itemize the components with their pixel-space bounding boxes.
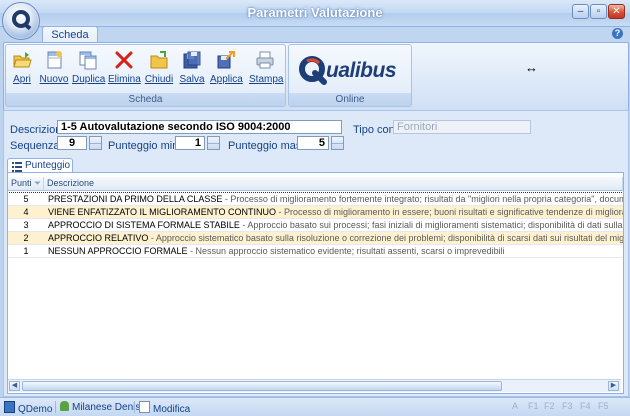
score-detail: - Approccio basato sui processi; fasi in… — [242, 220, 623, 230]
table-row[interactable]: 1 NESSUN APPROCCIO FORMALE - Nessun appro… — [8, 245, 623, 258]
resize-cursor-icon: ↔ — [525, 60, 538, 75]
column-header-descrizione[interactable]: Descrizione — [44, 177, 623, 190]
score-detail: - Processo di miglioramento in essere; b… — [276, 207, 623, 217]
minimize-icon: – — [577, 6, 584, 17]
cell-punti: 2 — [23, 233, 29, 243]
close-button[interactable]: ✕ — [608, 4, 625, 19]
punteggio-massimo-field[interactable]: 5 — [297, 136, 329, 150]
cell-descrizione: PRESTAZIONI DA PRIMO DELLA CLASSE - Proc… — [48, 193, 623, 205]
sequenza-label: Sequenza — [10, 140, 60, 152]
status-key-f4: F4 — [580, 401, 591, 411]
status-mode[interactable]: Modifica — [134, 401, 190, 415]
horizontal-scrollbar[interactable]: ◀ ▶ — [8, 379, 621, 392]
elimina-button[interactable]: Elimina — [108, 48, 141, 92]
scrollbar-thumb[interactable] — [22, 381, 502, 391]
close-icon: ✕ — [612, 6, 621, 17]
cell-descrizione: APPROCCIO DI SISTEMA FORMALE STABILE - A… — [48, 219, 623, 231]
apri-label: Apri — [13, 74, 31, 85]
restore-button[interactable]: ▫ — [590, 4, 607, 19]
score-detail: - Processo di miglioramento fortemente i… — [224, 194, 623, 204]
punteggio-minimo-field[interactable]: 1 — [175, 136, 205, 150]
status-key-a: A — [512, 401, 519, 411]
cell-descrizione: NESSUN APPROCCIO FORMALE - Nessun approc… — [48, 245, 623, 257]
descrizione-field[interactable]: 1-5 Autovalutazione secondo ISO 9004:200… — [57, 120, 342, 134]
cell-punti: 3 — [23, 220, 29, 230]
sequenza-spinner[interactable] — [89, 136, 102, 150]
duplica-button[interactable]: Duplica — [72, 48, 106, 92]
tipo-conto-field[interactable]: Fornitori — [393, 120, 531, 134]
chiudi-button[interactable]: Chiudi — [143, 48, 175, 92]
apri-button[interactable]: Apri — [6, 48, 38, 92]
nuovo-label: Nuovo — [39, 74, 69, 85]
cell-descrizione: VIENE ENFATIZZATO IL MIGLIORAMENTO CONTI… — [48, 206, 623, 218]
table-row[interactable]: 3 APPROCCIO DI SISTEMA FORMALE STABILE - … — [8, 219, 623, 232]
stampa-button[interactable]: Stampa — [249, 48, 284, 92]
status-company[interactable]: QDemo — [4, 401, 52, 415]
status-key-f1: F1 — [528, 401, 539, 411]
cell-punti: 1 — [23, 246, 29, 256]
score-detail: - Nessun approccio sistematico evidente;… — [187, 246, 505, 256]
table-row[interactable]: 5 PRESTAZIONI DA PRIMO DELLA CLASSE - Pro… — [8, 192, 623, 207]
window-title: Parametri Valutazione — [247, 5, 383, 20]
status-user[interactable]: Milanese Denis — [55, 401, 140, 413]
salva-label: Salva — [179, 74, 205, 85]
close-folder-icon — [149, 50, 169, 70]
punteggio-grid[interactable]: Punti ⏷ Descrizione 5 PRESTAZIONI DA PRIM… — [7, 172, 624, 394]
status-key-f2: F2 — [544, 401, 555, 411]
score-title: APPROCCIO RELATIVO — [48, 233, 149, 243]
tab-punteggio-label: Punteggio — [25, 160, 71, 171]
score-title: VIENE ENFATIZZATO IL MIGLIORAMENTO CONTI… — [48, 207, 277, 217]
printer-icon — [255, 50, 275, 70]
grid-header: Punti ⏷ Descrizione — [8, 177, 623, 191]
user-icon — [60, 401, 69, 411]
punteggio-minimo-spinner[interactable] — [207, 136, 220, 150]
table-row[interactable]: 2 APPROCCIO RELATIVO - Approccio sistemat… — [8, 232, 623, 245]
qualibus-q-logo-icon — [299, 56, 327, 85]
apply-icon — [216, 50, 236, 70]
app-logo-icon — [12, 10, 30, 28]
duplica-label: Duplica — [72, 74, 106, 85]
sequenza-field[interactable]: 9 — [57, 136, 87, 150]
score-title: APPROCCIO DI SISTEMA FORMALE STABILE — [48, 220, 240, 230]
folder-open-icon — [12, 50, 32, 70]
column-header-punti[interactable]: Punti ⏷ — [8, 177, 44, 190]
group-label-scheda: Scheda — [6, 93, 285, 106]
group-label-online: Online — [289, 93, 411, 106]
save-icon — [182, 50, 202, 70]
scroll-left-icon[interactable]: ◀ — [9, 381, 20, 391]
status-bar: QDemo Milanese Denis Modifica A F1 F2 F3 F4 F… — [0, 397, 630, 416]
status-key-f5: F5 — [598, 401, 609, 411]
minimize-button[interactable]: – — [572, 4, 589, 19]
score-title: NESSUN APPROCCIO FORMALE — [48, 246, 188, 256]
score-title: PRESTAZIONI DA PRIMO DELLA CLASSE — [48, 194, 223, 204]
salva-button[interactable]: Salva — [176, 48, 208, 92]
cell-descrizione: APPROCCIO RELATIVO - Approccio sistemati… — [48, 232, 623, 244]
elimina-label: Elimina — [108, 74, 141, 85]
qualibus-logo-text: ualibus — [326, 59, 397, 82]
applica-button[interactable]: Applica — [210, 48, 243, 92]
qualibus-logo[interactable]: ualibus — [298, 55, 408, 85]
help-icon[interactable]: ? — [612, 28, 623, 39]
scroll-right-icon[interactable]: ▶ — [608, 381, 619, 391]
chiudi-label: Chiudi — [144, 74, 174, 85]
cell-punti: 4 — [23, 207, 29, 217]
delete-x-icon — [114, 50, 134, 70]
edit-icon — [139, 401, 150, 413]
status-key-f3: F3 — [562, 401, 573, 411]
stampa-label: Stampa — [249, 74, 284, 85]
score-detail: - Approccio sistematico basato sulla ris… — [148, 233, 623, 243]
database-icon — [4, 401, 15, 413]
new-document-icon — [44, 50, 64, 70]
duplicate-icon — [78, 50, 98, 70]
filter-icon[interactable]: ⏷ — [34, 177, 41, 190]
list-icon — [12, 162, 22, 172]
nuovo-button[interactable]: Nuovo — [38, 48, 70, 92]
restore-icon: ▫ — [596, 6, 601, 17]
punteggio-massimo-spinner[interactable] — [331, 136, 344, 150]
app-menu-button[interactable] — [2, 2, 40, 40]
table-row[interactable]: 4 VIENE ENFATIZZATO IL MIGLIORAMENTO CONT… — [8, 206, 623, 219]
applica-label: Applica — [210, 74, 243, 85]
cell-punti: 5 — [23, 194, 29, 204]
